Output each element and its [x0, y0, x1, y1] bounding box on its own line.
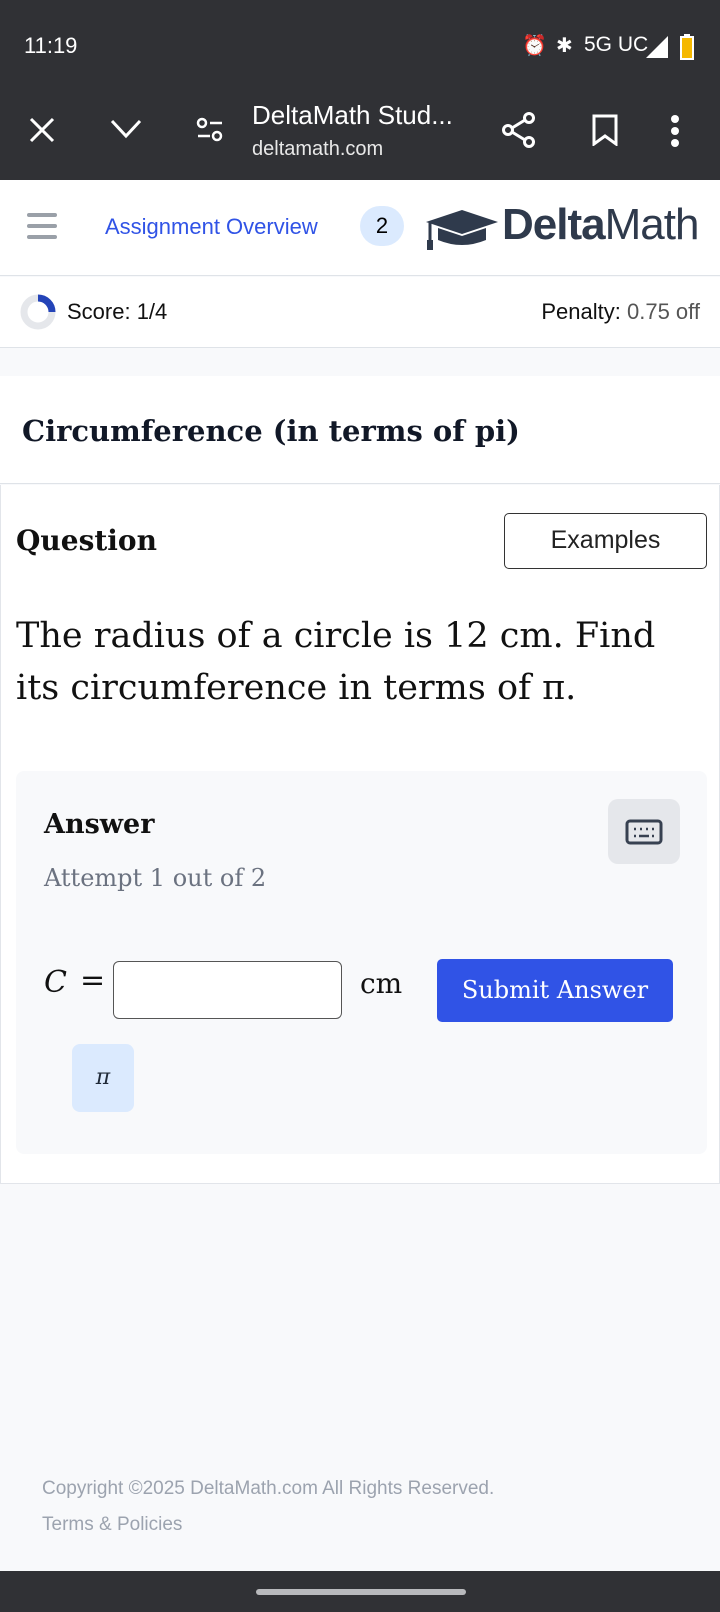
- answer-box: Answer Attempt 1 out of 2 C = cm Submit …: [16, 771, 707, 1154]
- question-heading: Question: [16, 524, 157, 557]
- answer-heading: Answer: [44, 809, 155, 840]
- browser-chrome: 11:19 ⏰ ✱ 5G UC DeltaMath Stud... deltam…: [0, 0, 720, 180]
- deltamath-logo[interactable]: DeltaMath: [502, 200, 699, 250]
- equals-sign: =: [80, 963, 106, 998]
- site-settings-icon[interactable]: [196, 116, 224, 144]
- share-icon[interactable]: [502, 112, 536, 148]
- graduation-cap-logo-icon: [426, 210, 498, 250]
- navigation-bar: [0, 1571, 720, 1612]
- assignment-overview-link[interactable]: Assignment Overview: [105, 214, 318, 240]
- home-gesture-handle[interactable]: [256, 1589, 466, 1595]
- app-header: Assignment Overview 2 DeltaMath: [0, 180, 720, 276]
- problem-title-bar: Circumference (in terms of pi): [0, 376, 720, 484]
- keyboard-icon: [625, 819, 663, 845]
- battery-icon: [680, 34, 694, 60]
- score-progress-ring: [20, 294, 56, 330]
- status-time: 11:19: [24, 33, 78, 58]
- penalty: Penalty: 0.75 off: [541, 299, 700, 324]
- insert-pi-button[interactable]: π: [72, 1044, 134, 1112]
- unit-label: cm: [360, 967, 403, 1000]
- more-options-icon[interactable]: [670, 114, 680, 148]
- question-card: Question Examples The radius of a circle…: [0, 485, 720, 1184]
- score-bar: Score: 1/4 Penalty: 0.75 off: [0, 277, 720, 348]
- attempt-counter: Attempt 1 out of 2: [44, 864, 267, 892]
- bluetooth-icon: ✱: [556, 35, 573, 57]
- score-label: Score: 1/4: [67, 299, 168, 324]
- hamburger-menu-icon[interactable]: [27, 212, 57, 240]
- variable-label: C: [44, 965, 67, 1000]
- page-title: DeltaMath Stud...: [252, 100, 453, 130]
- assignment-count-badge: 2: [360, 206, 404, 246]
- alarm-icon: ⏰: [522, 35, 547, 57]
- keyboard-toggle-button[interactable]: [608, 799, 680, 864]
- question-text: The radius of a circle is 12 cm. Find it…: [16, 616, 656, 708]
- answer-input[interactable]: [113, 961, 342, 1019]
- problem-title: Circumference (in terms of pi): [22, 414, 520, 448]
- terms-policies-link[interactable]: Terms & Policies: [42, 1514, 182, 1536]
- close-icon[interactable]: [28, 116, 56, 144]
- copyright-text: Copyright ©2025 DeltaMath.com All Rights…: [42, 1478, 495, 1499]
- signal-icon: [646, 36, 668, 58]
- chevron-down-icon[interactable]: [110, 118, 142, 140]
- examples-button[interactable]: Examples: [504, 513, 707, 569]
- page-url[interactable]: deltamath.com: [252, 138, 383, 161]
- bookmark-icon[interactable]: [592, 114, 618, 146]
- submit-answer-button[interactable]: Submit Answer: [437, 959, 673, 1022]
- network-label: 5G UC: [584, 33, 649, 56]
